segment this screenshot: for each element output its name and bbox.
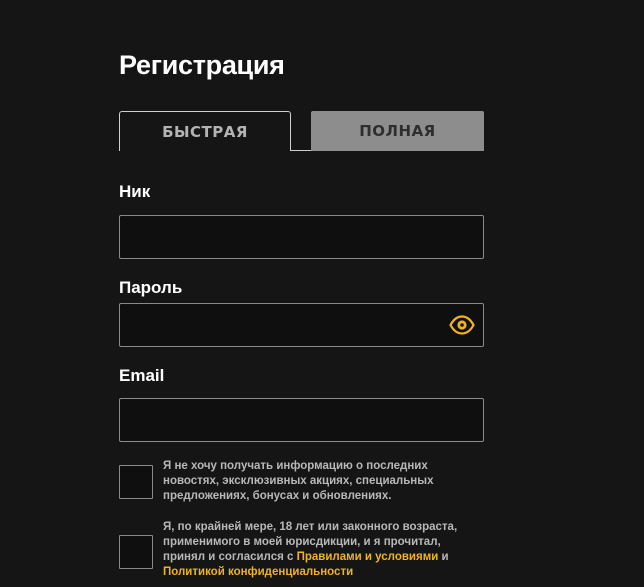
tab-full[interactable]: ПОЛНАЯ <box>311 111 484 151</box>
registration-page: Регистрация БЫСТРАЯ ПОЛНАЯ Ник Пароль Em… <box>0 0 644 587</box>
newsletter-opt-out-checkbox[interactable] <box>119 465 153 499</box>
tab-divider-line <box>291 150 311 151</box>
email-label: Email <box>119 366 165 385</box>
password-label: Пароль <box>119 278 183 297</box>
age-consent-text-middle: и <box>438 551 449 563</box>
page-title: Регистрация <box>119 50 285 80</box>
password-field-wrapper <box>119 303 484 347</box>
registration-tabs: БЫСТРАЯ ПОЛНАЯ <box>119 111 484 151</box>
password-input[interactable] <box>120 304 483 346</box>
terms-link[interactable]: Правилами и условиями <box>297 551 439 563</box>
nick-label: Ник <box>119 182 151 201</box>
tab-quick[interactable]: БЫСТРАЯ <box>119 111 291 151</box>
age-consent-text: Я, по крайней мере, 18 лет или законного… <box>163 520 463 580</box>
email-input[interactable] <box>120 399 483 441</box>
nick-field-wrapper <box>119 215 484 259</box>
email-field-wrapper <box>119 398 484 442</box>
nick-input[interactable] <box>120 216 483 258</box>
age-consent-checkbox[interactable] <box>119 535 153 569</box>
privacy-link[interactable]: Политикой конфиденциальности <box>163 566 353 578</box>
eye-icon[interactable] <box>449 315 475 335</box>
newsletter-opt-out-text: Я не хочу получать информацию о последни… <box>163 460 434 502</box>
